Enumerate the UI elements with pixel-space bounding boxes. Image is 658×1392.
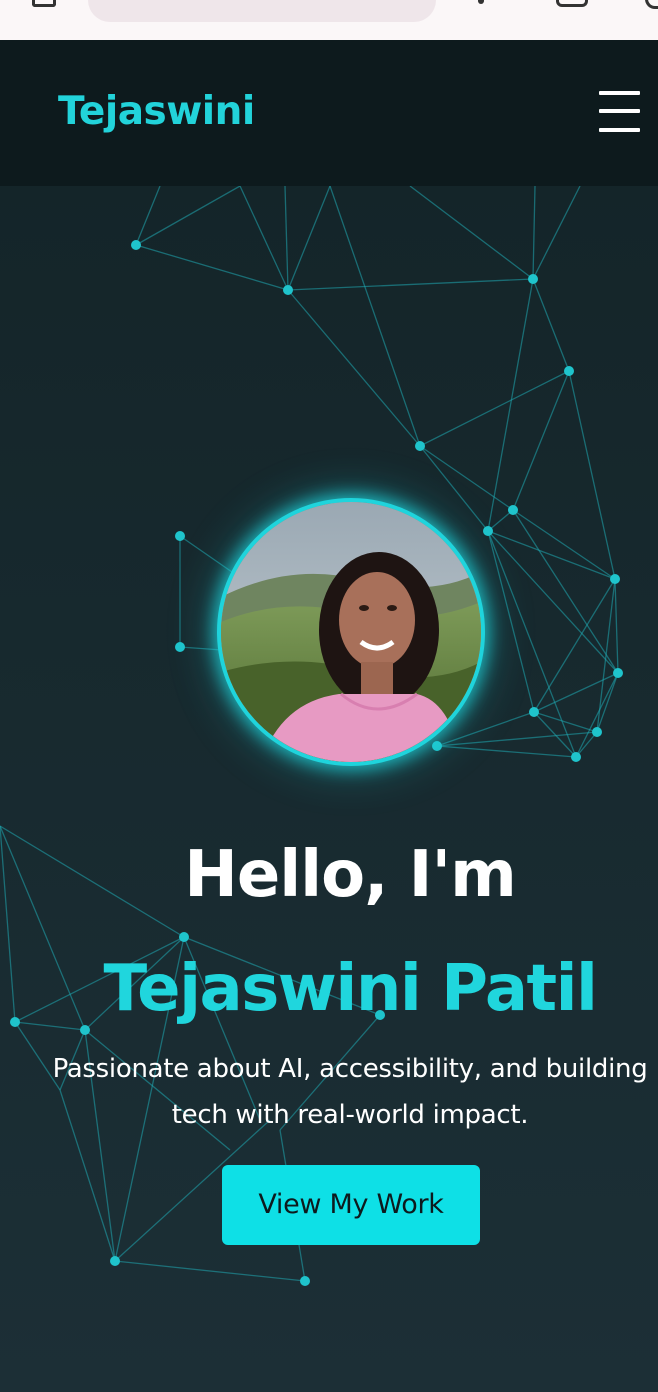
menu-bar-bottom [599,128,640,132]
hamburger-menu-icon[interactable] [592,90,644,136]
view-my-work-button[interactable]: View My Work [222,1165,480,1245]
browser-address-bar[interactable] [88,0,436,22]
hero-name: Tejaswini Patil [103,952,598,1026]
browser-toolbar [0,0,658,41]
browser-share-icon[interactable] [478,0,484,4]
hero-greeting: Hello, I'm [184,838,517,912]
menu-bar-top [599,91,640,95]
browser-menu-icon[interactable] [645,0,658,9]
hero-tagline: Passionate about AI, accessibility, and … [52,1054,648,1130]
brand-logo-text[interactable]: Tejaswini [58,84,255,140]
site-header: Tejaswini [0,40,658,186]
profile-photo [217,498,485,766]
menu-bar-middle [599,109,640,113]
browser-tabs-icon[interactable] [556,0,588,7]
page: Tejaswini Hello, I'm Tejaswini Patil Pas… [0,0,658,1392]
browser-home-icon[interactable] [32,0,56,7]
profile-photo-illustration [221,502,481,762]
